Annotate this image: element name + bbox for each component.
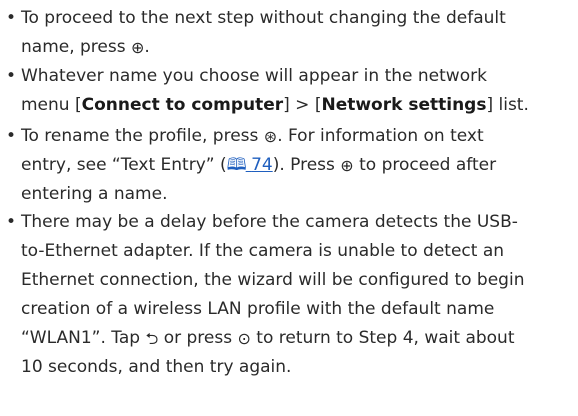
item-2-line-2: menu [Connect to computer] > [Network se… [21, 91, 529, 120]
item-4-line-5-post: to return to Step 4, wait about [256, 328, 515, 348]
list-item: Whatever name you choose will appear in … [6, 62, 529, 120]
item-4-line-2: to-Ethernet adapter. If the camera is un… [21, 241, 505, 261]
zoom-button-icon: ⊕ [131, 38, 145, 57]
zoom-button-icon: ⊕ [340, 156, 354, 175]
item-4-line-5-mid: or press [163, 328, 233, 348]
page-reference-number: 74 [251, 155, 273, 175]
item-1-line-1: To proceed to the next step without chan… [21, 8, 506, 28]
item-4-line-3: Ethernet connection, the wizard will be … [21, 270, 525, 290]
item-3-line-2-mid: ). Press [272, 155, 335, 175]
item-3-line-1-post: . For information on text [277, 126, 484, 146]
item-4-line-5: “WLAN1”. Tap ⮌ or press ⊙ to return to S… [21, 324, 524, 353]
item-3-line-1: To rename the profile, press ⊛. For info… [21, 122, 496, 151]
item-3-line-2-pre: entry, see “Text Entry” ( [21, 155, 227, 175]
list-item: To proceed to the next step without chan… [6, 4, 506, 62]
item-2-menu-close: ] list. [486, 95, 529, 115]
item-2-line-1: Whatever name you choose will appear in … [21, 66, 487, 86]
item-2-menu-separator: ] > [ [283, 95, 322, 115]
item-3-line-2: entry, see “Text Entry” (🕮 74). Press ⊕ … [21, 151, 496, 180]
item-4-line-1: There may be a delay before the camera d… [21, 212, 518, 232]
item-4-line-4: creation of a wireless LAN profile with … [21, 299, 495, 319]
multi-selector-left-icon: ⊙ [237, 329, 251, 348]
return-icon: ⮌ [145, 329, 159, 348]
item-1-line-2-text: name, press [21, 37, 126, 57]
list-item: There may be a delay before the camera d… [6, 208, 524, 382]
item-2-menu-open: menu [ [21, 95, 82, 115]
ok-button-icon: ⊛ [263, 127, 278, 146]
item-3-line-3: entering a name. [21, 184, 168, 204]
item-1-period: . [144, 37, 150, 57]
item-4-line-5-pre: “WLAN1”. Tap [21, 328, 141, 348]
list-item: To rename the profile, press ⊛. For info… [6, 122, 496, 209]
item-4-line-6: 10 seconds, and then try again. [21, 357, 292, 377]
menu-connect-to-computer: Connect to computer [81, 95, 284, 115]
page-reference-link[interactable]: 🕮 74 [227, 155, 273, 175]
item-1-line-2: name, press ⊕. [21, 33, 506, 62]
menu-network-settings: Network settings [321, 95, 487, 115]
book-icon: 🕮 [226, 155, 247, 175]
manual-page: To proceed to the next step without chan… [0, 0, 578, 416]
item-3-line-2-post: to proceed after [359, 155, 497, 175]
item-3-line-1-pre: To rename the profile, press [21, 126, 259, 146]
